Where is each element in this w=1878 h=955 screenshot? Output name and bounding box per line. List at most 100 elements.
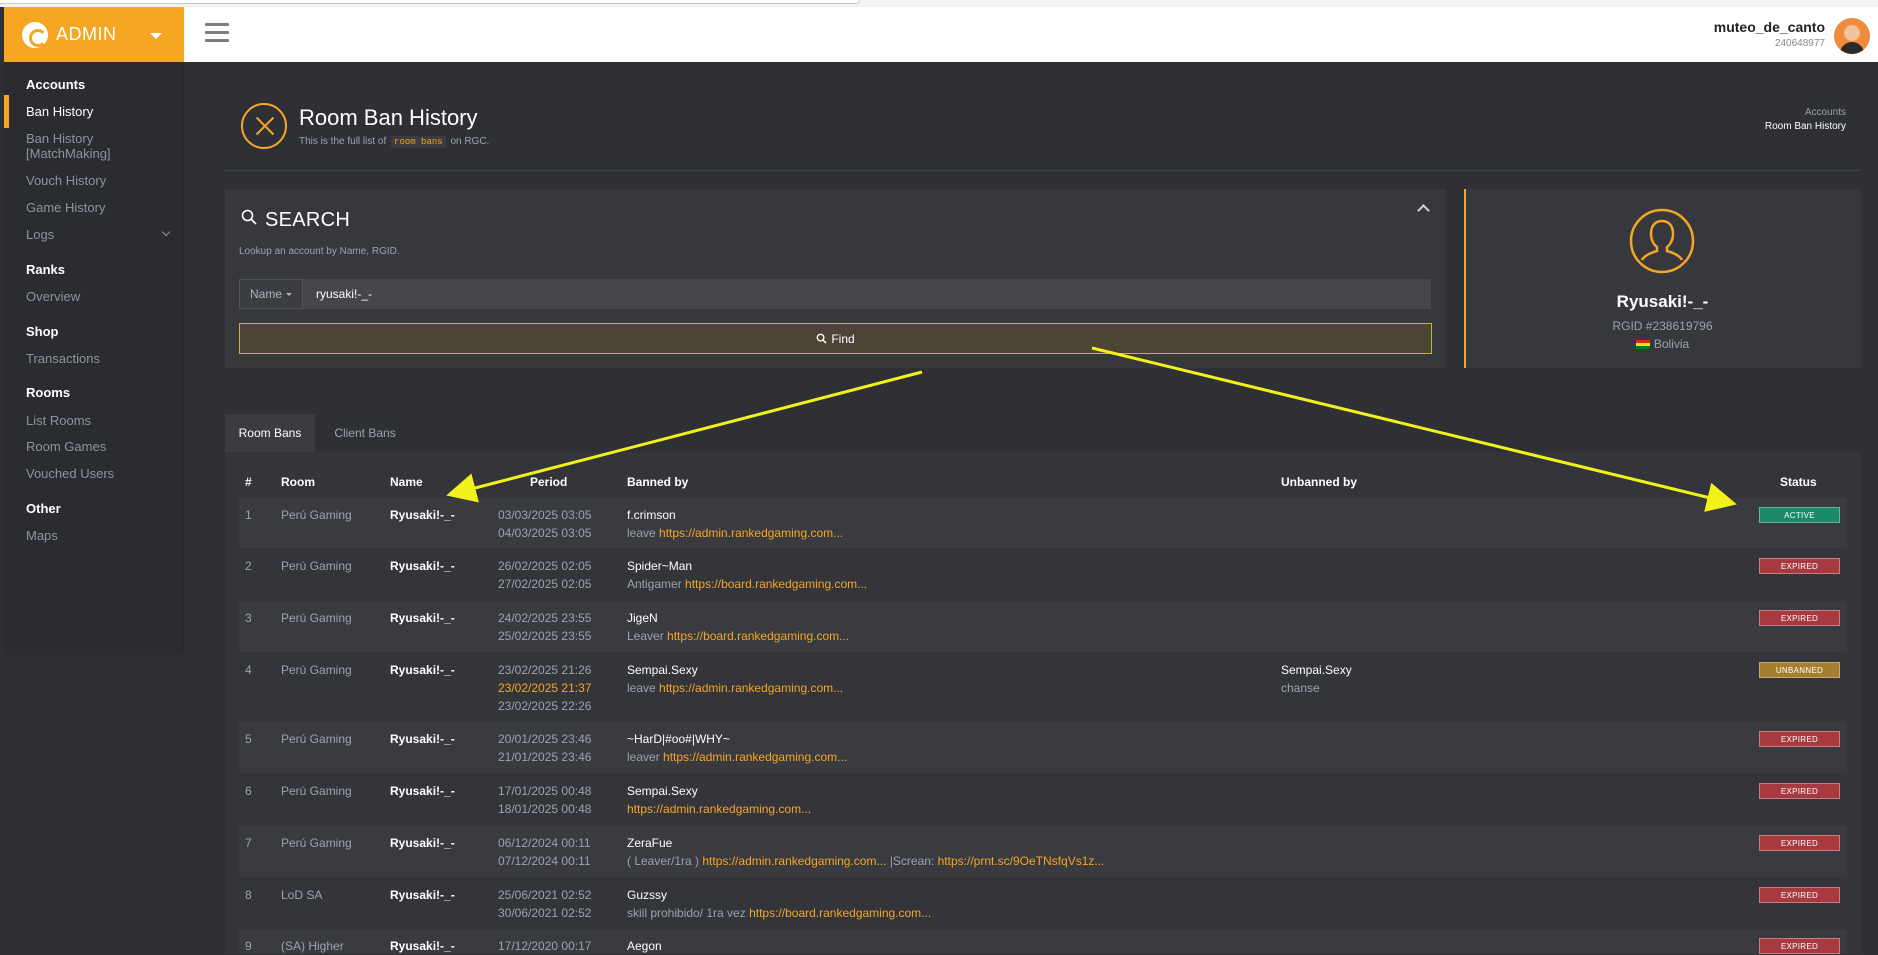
sidebar-section-ranks: Ranks bbox=[26, 262, 66, 277]
search-type-select[interactable]: Name bbox=[239, 279, 303, 309]
status-badge: EXPIRED bbox=[1759, 610, 1840, 626]
hamburger-menu-icon[interactable] bbox=[205, 23, 229, 43]
sidebar-item-room-games[interactable]: Room Games bbox=[26, 439, 106, 454]
ban-link[interactable]: https://admin.rankedgaming.com... bbox=[627, 802, 811, 816]
sidebar-section-other: Other bbox=[26, 501, 61, 516]
sidebar-item-vouched-users[interactable]: Vouched Users bbox=[26, 466, 114, 481]
ban-link[interactable]: https://admin.rankedgaming.com... bbox=[659, 526, 843, 540]
screenshot-link[interactable]: https://prnt.sc/9OeTNsfqVs1z... bbox=[938, 854, 1105, 868]
period-end-date: 27/02/2025 bbox=[498, 577, 559, 591]
row-name[interactable]: Ryusaki!-_- bbox=[390, 506, 455, 524]
row-name[interactable]: Ryusaki!-_- bbox=[390, 886, 455, 904]
sidebar-item-overview[interactable]: Overview bbox=[26, 289, 80, 304]
row-room[interactable]: Perú Gaming bbox=[281, 834, 352, 852]
sidebar-item-logs[interactable]: Logs bbox=[26, 227, 54, 242]
sidebar-item-ban-history[interactable]: Ban History bbox=[26, 104, 93, 119]
row-room[interactable]: LoD SA bbox=[281, 886, 322, 904]
row-room[interactable]: Perú Gaming bbox=[281, 557, 352, 575]
caret-down-icon bbox=[286, 292, 293, 296]
row-name[interactable]: Ryusaki!-_- bbox=[390, 609, 455, 627]
row-num: 4 bbox=[245, 663, 252, 677]
sidebar-item-ban-history-matchmaking[interactable]: Ban History bbox=[26, 131, 93, 146]
period-end-date: 25/02/2025 bbox=[498, 629, 559, 643]
search-input[interactable]: ryusaki!-_- bbox=[303, 279, 1431, 309]
page-subtitle: This is the full list of room bans on RG… bbox=[299, 136, 489, 148]
row-room[interactable]: (SA) Higher bbox=[281, 937, 344, 955]
ban-x-icon bbox=[241, 103, 287, 149]
ban-reason: leaver bbox=[627, 750, 660, 764]
ban-link[interactable]: https://board.rankedgaming.com... bbox=[749, 906, 931, 920]
row-num: 5 bbox=[245, 732, 252, 746]
banned-by-name[interactable]: f.crimson bbox=[627, 506, 843, 524]
ban-link[interactable]: https://board.rankedgaming.com... bbox=[685, 577, 867, 591]
period-start-date: 17/12/2020 bbox=[498, 939, 559, 953]
row-name[interactable]: Ryusaki!-_- bbox=[390, 834, 455, 852]
top-bar bbox=[184, 7, 1878, 62]
profile-name: Ryusaki!-_- bbox=[1616, 292, 1709, 311]
row-room[interactable]: Perú Gaming bbox=[281, 609, 352, 627]
row-room[interactable]: Perú Gaming bbox=[281, 730, 352, 748]
row-name[interactable]: Ryusaki!-_- bbox=[390, 730, 455, 748]
ban-link[interactable]: https://board.rankedgaming.com... bbox=[667, 629, 849, 643]
row-name[interactable]: Ryusaki!-_- bbox=[390, 557, 455, 575]
period-end-date: 07/12/2024 bbox=[498, 854, 559, 868]
table-row: 9 (SA) Higher Ryusaki!-_- 17/12/2020 00:… bbox=[239, 930, 1847, 954]
row-banned-by: Spider~Man Antigamer https://board.ranke… bbox=[627, 557, 867, 593]
ban-link[interactable]: https://admin.rankedgaming.com... bbox=[702, 854, 886, 868]
period-end-date: 23/02/2025 bbox=[498, 699, 559, 713]
period-end-date: 21/01/2025 bbox=[498, 750, 559, 764]
row-room[interactable]: Perú Gaming bbox=[281, 782, 352, 800]
row-name[interactable]: Ryusaki!-_- bbox=[390, 661, 455, 679]
sidebar-item-vouch-history[interactable]: Vouch History bbox=[26, 173, 106, 188]
row-room[interactable]: Perú Gaming bbox=[281, 661, 352, 679]
ban-link[interactable]: https://admin.rankedgaming.com... bbox=[663, 750, 847, 764]
period-start-date: 23/02/2025 bbox=[498, 663, 559, 677]
status-badge: ACTIVE bbox=[1759, 507, 1840, 523]
sidebar-item-transactions[interactable]: Transactions bbox=[26, 351, 100, 366]
sidebar-item-maps[interactable]: Maps bbox=[26, 528, 58, 543]
tab-client-bans[interactable]: Client Bans bbox=[320, 414, 410, 452]
header-divider bbox=[225, 170, 1861, 171]
brand-menu[interactable]: ADMIN bbox=[4, 7, 184, 62]
banned-by-name[interactable]: Aegon bbox=[627, 937, 662, 955]
row-banned-by: ZeraFue ( Leaver/1ra ) https://admin.ran… bbox=[627, 834, 1104, 870]
table-row: 3 Perú Gaming Ryusaki!-_- 24/02/2025 23:… bbox=[239, 601, 1847, 652]
ban-link[interactable]: https://admin.rankedgaming.com... bbox=[659, 681, 843, 695]
column-header-status: Status bbox=[1780, 475, 1817, 489]
period-start-date: 20/01/2025 bbox=[498, 732, 559, 746]
row-period: 17/01/2025 00:48 18/01/2025 00:48 bbox=[498, 782, 591, 818]
bolivia-flag-icon bbox=[1635, 340, 1650, 350]
find-button[interactable]: Find bbox=[239, 323, 1432, 354]
tab-room-bans[interactable]: Room Bans bbox=[225, 414, 315, 452]
banned-by-name[interactable]: ZeraFue bbox=[627, 834, 1104, 852]
banned-by-name[interactable]: Spider~Man bbox=[627, 557, 867, 575]
row-name[interactable]: Ryusaki!-_- bbox=[390, 782, 455, 800]
banned-by-name[interactable]: Sempai.Sexy bbox=[627, 782, 811, 800]
sidebar-item-list-rooms[interactable]: List Rooms bbox=[26, 413, 91, 428]
user-name[interactable]: muteo_de_canto bbox=[1714, 19, 1825, 35]
sidebar-item-matchmaking-label[interactable]: [MatchMaking] bbox=[26, 146, 111, 161]
banned-by-name[interactable]: Sempai.Sexy bbox=[627, 661, 843, 679]
table-row: 1 Perú Gaming Ryusaki!-_- 03/03/2025 03:… bbox=[239, 498, 1847, 548]
banned-by-name[interactable]: JigeN bbox=[627, 609, 849, 627]
breadcrumb-accounts[interactable]: Accounts bbox=[1805, 107, 1846, 118]
row-period: 03/03/2025 03:05 04/03/2025 03:05 bbox=[498, 506, 591, 542]
unbanned-by-name[interactable]: Sempai.Sexy bbox=[1281, 661, 1352, 679]
banned-by-name[interactable]: Guzssy bbox=[627, 886, 931, 904]
sidebar-active-indicator bbox=[4, 95, 9, 128]
row-room[interactable]: Perú Gaming bbox=[281, 506, 352, 524]
sidebar-empty-area bbox=[4, 655, 184, 954]
ban-reason-extra: |Screan: bbox=[889, 854, 935, 868]
period-start-time: 03:05 bbox=[561, 508, 592, 522]
sidebar-item-game-history[interactable]: Game History bbox=[26, 200, 105, 215]
row-name[interactable]: Ryusaki!-_- bbox=[390, 937, 455, 955]
chevron-down-icon[interactable] bbox=[161, 227, 171, 237]
user-avatar[interactable] bbox=[1834, 18, 1870, 54]
user-id: 240648977 bbox=[1774, 38, 1825, 49]
period-start-date: 24/02/2025 bbox=[498, 611, 559, 625]
banned-by-name[interactable]: ~HarD|#oo#|WHY~ bbox=[627, 730, 847, 748]
period-end-time: 00:48 bbox=[561, 802, 592, 816]
period-start-date: 03/03/2025 bbox=[498, 508, 559, 522]
status-badge: EXPIRED bbox=[1759, 887, 1840, 903]
row-banned-by: Sempai.Sexy https://admin.rankedgaming.c… bbox=[627, 782, 811, 818]
